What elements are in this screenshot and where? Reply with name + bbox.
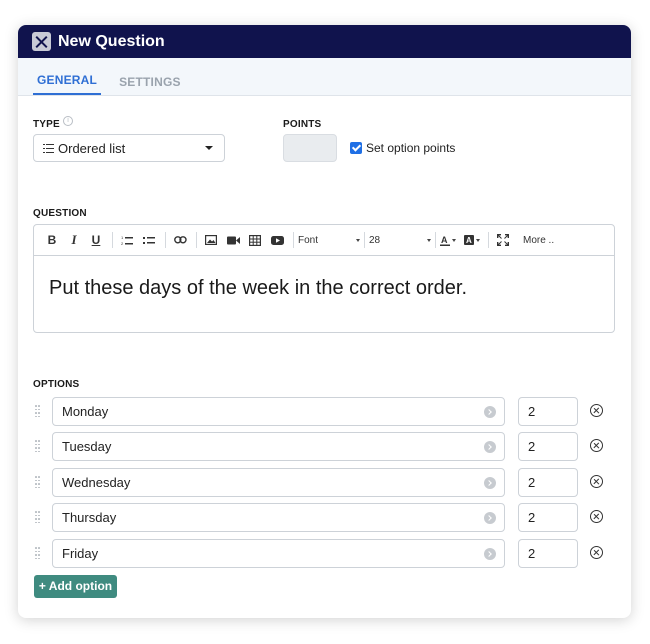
points-input[interactable] [283, 134, 337, 162]
chevron-right-icon[interactable] [484, 441, 496, 453]
ordered-list-icon[interactable]: 12 [117, 231, 137, 249]
option-text: Friday [62, 546, 99, 561]
option-row: Wednesday 2 [33, 468, 623, 498]
tab-bar: GENERAL SETTINGS [18, 58, 631, 96]
drag-handle-icon[interactable] [35, 405, 40, 417]
dialog-titlebar: New Question [18, 25, 631, 58]
add-option-button[interactable]: + Add option [34, 575, 117, 598]
text-color-icon: A [440, 235, 450, 246]
chevron-down-icon [476, 238, 480, 242]
set-option-points-checkbox[interactable] [350, 142, 362, 154]
option-row: Thursday 2 [33, 503, 623, 533]
type-select[interactable]: Ordered list [33, 134, 225, 162]
italic-button[interactable]: I [64, 231, 84, 249]
new-question-dialog: New Question GENERAL SETTINGS TYPE i Ord… [18, 25, 631, 618]
font-size-value: 28 [369, 234, 381, 246]
question-label: QUESTION [33, 208, 87, 219]
close-icon[interactable] [32, 32, 51, 51]
video-icon[interactable] [223, 231, 243, 249]
drag-handle-icon[interactable] [35, 511, 40, 523]
highlight-color-icon: A [464, 235, 474, 245]
toolbar-divider [112, 232, 113, 248]
toolbar-divider [435, 232, 436, 248]
info-icon[interactable]: i [63, 116, 73, 126]
option-points-input[interactable]: 2 [518, 397, 578, 426]
option-row: Tuesday 2 [33, 432, 623, 462]
points-label: POINTS [283, 119, 322, 130]
question-text[interactable]: Put these days of the week in the correc… [34, 256, 614, 321]
chevron-down-icon [452, 238, 456, 242]
toolbar-divider [165, 232, 166, 248]
option-row: Friday 2 [33, 539, 623, 569]
list-icon [43, 143, 54, 153]
chevron-right-icon[interactable] [484, 548, 496, 560]
youtube-icon[interactable] [267, 231, 287, 249]
option-points-input[interactable]: 2 [518, 539, 578, 568]
option-text: Tuesday [62, 439, 112, 454]
question-editor: B I U 12 Font 28 A A More .. Put these d… [33, 224, 615, 333]
text-color-dropdown[interactable]: A [440, 235, 460, 246]
option-points-input[interactable]: 2 [518, 503, 578, 532]
editor-toolbar: B I U 12 Font 28 A A More .. [34, 225, 614, 256]
option-text: Wednesday [62, 475, 131, 490]
table-icon[interactable] [245, 231, 265, 249]
option-text-input[interactable]: Monday [52, 397, 505, 426]
tab-general[interactable]: GENERAL [33, 73, 102, 95]
type-label: TYPE [33, 119, 60, 130]
toolbar-divider [364, 232, 365, 248]
chevron-right-icon[interactable] [484, 512, 496, 524]
set-option-points-label[interactable]: Set option points [366, 141, 455, 155]
bullet-list-icon[interactable] [139, 231, 159, 249]
remove-option-icon[interactable] [590, 546, 603, 559]
options-label: OPTIONS [33, 379, 80, 390]
chevron-down-icon [427, 238, 431, 242]
remove-option-icon[interactable] [590, 404, 603, 417]
chevron-down-icon [356, 238, 360, 242]
toolbar-divider [196, 232, 197, 248]
svg-text:A: A [441, 235, 448, 245]
option-row: Monday 2 [33, 397, 623, 427]
svg-text:2: 2 [121, 241, 124, 246]
remove-option-icon[interactable] [590, 475, 603, 488]
remove-option-icon[interactable] [590, 510, 603, 523]
drag-handle-icon[interactable] [35, 440, 40, 452]
drag-handle-icon[interactable] [35, 547, 40, 559]
svg-text:A: A [466, 236, 472, 245]
link-icon[interactable] [170, 231, 190, 249]
bold-button[interactable]: B [42, 231, 62, 249]
option-text: Thursday [62, 510, 117, 525]
svg-text:1: 1 [121, 235, 124, 240]
toolbar-divider [488, 232, 489, 248]
chevron-right-icon[interactable] [484, 477, 496, 489]
fullscreen-icon[interactable] [493, 231, 513, 249]
option-points-input[interactable]: 2 [518, 432, 578, 461]
chevron-down-icon [205, 146, 213, 150]
chevron-right-icon[interactable] [484, 406, 496, 418]
drag-handle-icon[interactable] [35, 476, 40, 488]
more-button[interactable]: More .. [523, 235, 554, 246]
option-points-input[interactable]: 2 [518, 468, 578, 497]
dialog-title: New Question [58, 32, 165, 50]
toolbar-divider [293, 232, 294, 248]
option-text-input[interactable]: Tuesday [52, 432, 505, 461]
type-select-value: Ordered list [58, 140, 126, 156]
highlight-color-dropdown[interactable]: A [464, 235, 484, 245]
underline-button[interactable]: U [86, 231, 106, 249]
remove-option-icon[interactable] [590, 439, 603, 452]
font-family-value: Font [298, 234, 319, 246]
option-text-input[interactable]: Friday [52, 539, 505, 568]
tab-settings[interactable]: SETTINGS [115, 75, 185, 95]
option-text-input[interactable]: Wednesday [52, 468, 505, 497]
font-size-dropdown[interactable]: 28 [369, 235, 431, 246]
font-family-dropdown[interactable]: Font [298, 235, 360, 246]
option-text-input[interactable]: Thursday [52, 503, 505, 532]
image-icon[interactable] [201, 231, 221, 249]
option-text: Monday [62, 404, 109, 419]
